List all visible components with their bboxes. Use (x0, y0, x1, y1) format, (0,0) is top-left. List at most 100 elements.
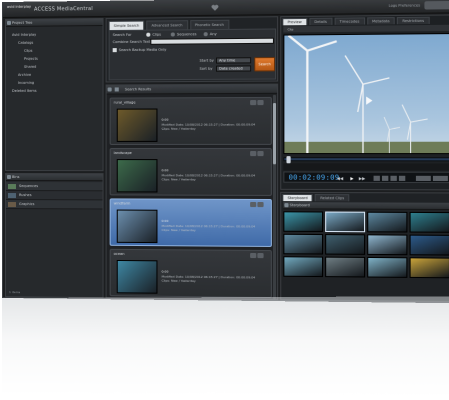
bin-list: Sequences Rushes Graphics (6, 182, 103, 209)
clip-item[interactable]: ocean 0:00 Modified Date: 10/08/2012 06:15… (110, 249, 272, 298)
grid-view-icon[interactable] (115, 87, 119, 91)
backup-only-checkbox[interactable] (113, 48, 117, 52)
clips-option-label: Clips (152, 33, 161, 37)
any-radio[interactable] (204, 32, 208, 36)
tab-storyboard[interactable]: Storyboard (282, 194, 313, 201)
search-button[interactable]: Search (254, 57, 275, 71)
combine-search-label: Combine Search Text (113, 40, 151, 44)
wind-turbine-frame (284, 34, 449, 154)
rewind-icon[interactable]: ◀◀ (337, 176, 343, 181)
clip-title: ocean (114, 252, 125, 256)
mark-in-icon[interactable] (390, 176, 396, 181)
volume-icon[interactable] (433, 176, 448, 181)
storyboard-panel: Storyboard Related Clips Storyboard (280, 192, 449, 302)
clip-actions[interactable] (249, 151, 268, 157)
bins-status: 1 items (9, 290, 20, 294)
storyboard-frame[interactable] (367, 234, 407, 255)
timecode-display: 00:02:09:09 ◀◀ ▶ ▶▶ (283, 171, 449, 183)
tab-simple-search[interactable]: Simple Search (109, 21, 145, 30)
tab-advanced-search[interactable]: Advanced Search (146, 20, 187, 30)
clip-meta: 0:00 Modified Date: 10/08/2012 06:15:27 |… (162, 269, 256, 284)
date-dropdown[interactable]: Any time (216, 57, 251, 63)
project-tree-header: Project Tree (6, 19, 103, 27)
storyboard-frame[interactable] (283, 256, 323, 277)
bin-thumb (8, 202, 16, 207)
loop-icon[interactable] (416, 176, 431, 181)
bins-panel: Bins Sequences Rushes Graphics 1 items (5, 173, 104, 298)
scrub-handle[interactable] (286, 156, 290, 163)
app-window: avid interplay ACCESS MediaCentral Logs … (2, 0, 449, 303)
clip-actions[interactable] (249, 253, 268, 259)
tree-item[interactable]: Deleted Items (6, 87, 103, 95)
clip-item[interactable]: windfarm 0:00 Modified Date: 10/08/2012 06… (110, 198, 272, 247)
step-back-icon[interactable] (374, 176, 380, 181)
clip-path: Clips: New / Yesterday (162, 279, 256, 285)
scrub-bar[interactable] (283, 157, 449, 161)
results-header: Search Results (107, 85, 278, 95)
bin-icon (7, 175, 11, 179)
heart-icon[interactable] (211, 4, 219, 12)
results-scrollbar[interactable] (273, 95, 276, 299)
clip-label: Clip (288, 27, 294, 31)
list-item[interactable]: Sequences (6, 182, 103, 191)
storyboard-frame[interactable] (325, 234, 365, 255)
play-icon[interactable]: ▶ (350, 176, 353, 181)
storyboard-frame[interactable] (410, 257, 449, 278)
search-for-label: Search For (113, 33, 132, 37)
reflection (2, 296, 449, 395)
app-title: ACCESS MediaCentral (34, 6, 93, 13)
top-menu-links[interactable]: Logs Preferences (389, 3, 421, 7)
brand-logo: avid interplay (7, 5, 33, 16)
clip-actions[interactable] (249, 100, 268, 106)
storyboard-frame[interactable] (367, 212, 407, 233)
tab-preview[interactable]: Preview (282, 18, 307, 25)
storyboard-header: Storyboard (283, 202, 449, 210)
backup-only-label: Search Backup Media Only (119, 48, 167, 52)
storyboard-frame[interactable] (367, 257, 407, 278)
tab-timecodes[interactable]: Timecodes (334, 17, 364, 24)
fast-forward-icon[interactable]: ▶▶ (359, 176, 365, 181)
folder-icon (7, 21, 11, 25)
list-item[interactable]: Graphics (6, 200, 103, 209)
clip-thumbnail[interactable] (117, 260, 158, 294)
clip-list: rural_village 0:00 Modified Date: 10/08/20… (107, 95, 278, 299)
clip-meta: 0:00 Modified Date: 10/08/2012 06:15:27 |… (162, 117, 256, 131)
storyboard-grid (283, 211, 449, 212)
clip-actions[interactable] (249, 202, 268, 208)
mark-out-icon[interactable] (399, 176, 405, 181)
clips-radio[interactable] (146, 33, 150, 37)
results-scroll-thumb[interactable] (273, 103, 276, 164)
sort-label: Sort by (200, 67, 213, 71)
window-controls[interactable] (424, 1, 449, 10)
storyboard-frame[interactable] (325, 257, 365, 278)
sequences-radio[interactable] (171, 32, 175, 36)
clip-thumbnail[interactable] (117, 109, 158, 142)
results-panel: Search Results rural_village 0:00 Modified… (106, 84, 279, 301)
video-viewer[interactable] (283, 33, 449, 154)
tab-phonetic-search[interactable]: Phonetic Search (190, 20, 229, 30)
storyboard-frame[interactable] (325, 212, 365, 233)
storyboard-frame[interactable] (283, 211, 323, 232)
storyboard-frame[interactable] (410, 212, 449, 233)
clip-item[interactable]: rural_village 0:00 Modified Date: 10/08/20… (110, 97, 272, 145)
sort-dropdown[interactable]: Date created (216, 65, 251, 71)
list-item[interactable]: Rushes (6, 191, 103, 200)
storyboard-icon (284, 203, 288, 207)
tab-related-clips[interactable]: Related Clips (315, 194, 349, 201)
tab-restrictions[interactable]: Restrictions (397, 17, 429, 25)
list-view-icon[interactable] (108, 87, 112, 91)
storyboard-frame[interactable] (410, 235, 449, 256)
bin-thumb (8, 184, 16, 189)
bin-thumb (8, 193, 16, 198)
clip-title: windfarm (114, 201, 131, 205)
clip-title: rural_village (114, 100, 136, 104)
step-forward-icon[interactable] (382, 176, 388, 181)
tab-details[interactable]: Details (309, 18, 332, 25)
clip-item[interactable]: landscape 0:00 Modified Date: 10/08/2012 0… (110, 148, 272, 196)
search-text-field[interactable] (150, 38, 274, 45)
clip-thumbnail[interactable] (117, 159, 158, 192)
clip-thumbnail[interactable] (117, 210, 158, 244)
search-panel: Simple Search Advanced Search Phonetic S… (106, 16, 279, 82)
tab-metadata[interactable]: Metadata (367, 17, 395, 24)
storyboard-frame[interactable] (283, 234, 323, 255)
